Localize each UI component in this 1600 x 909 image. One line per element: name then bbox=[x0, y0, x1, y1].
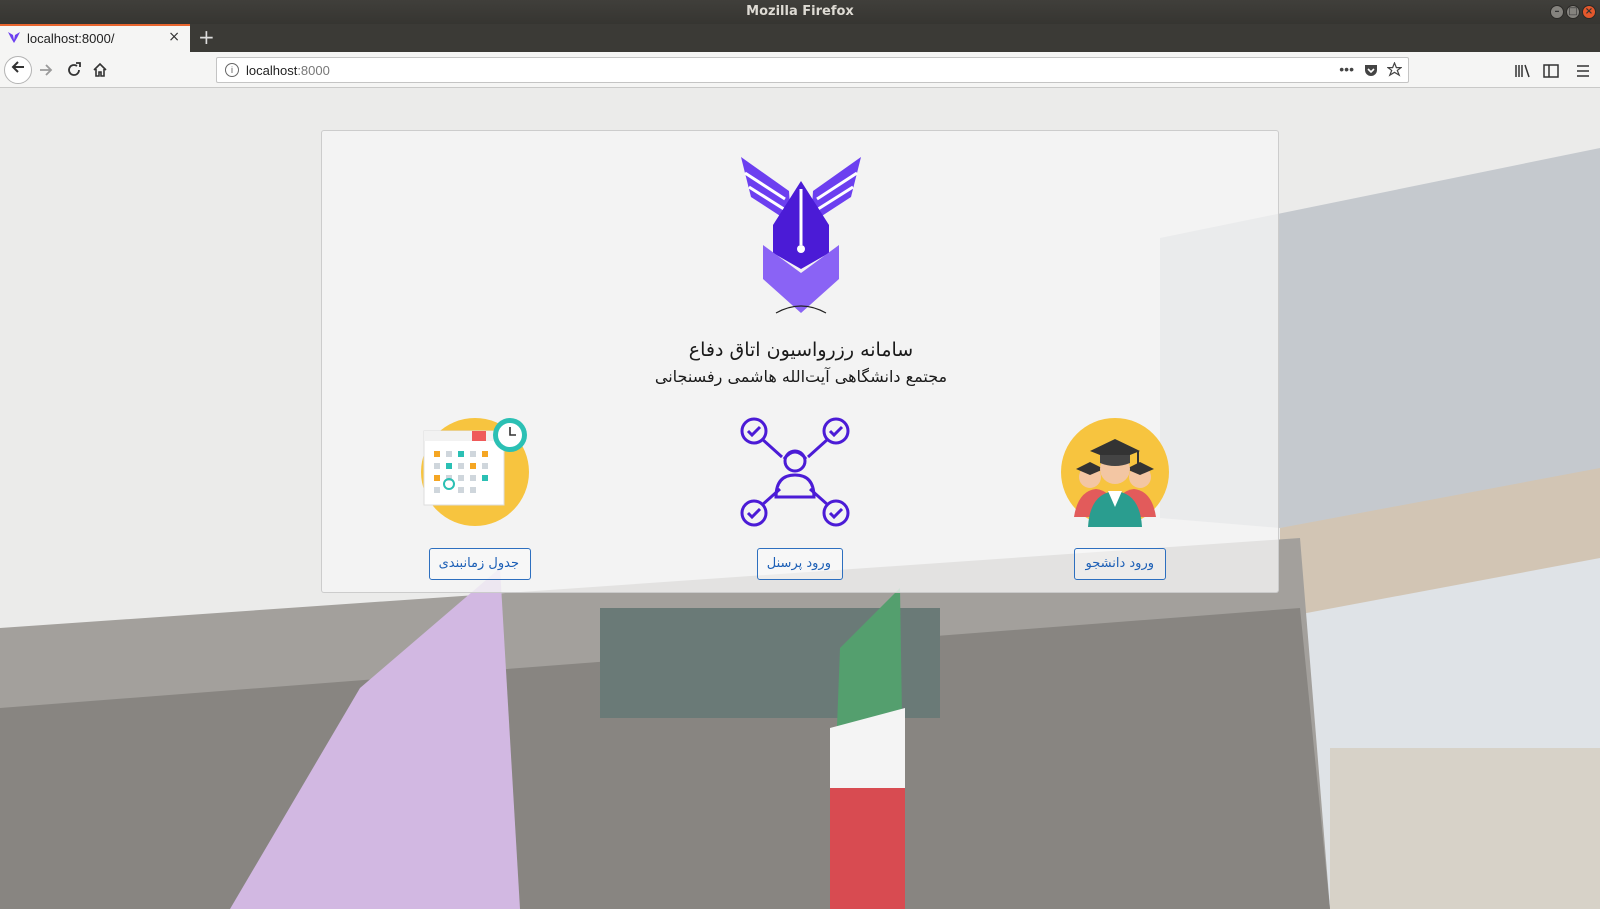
page-title: سامانه رزرواسیون اتاق دفاع bbox=[688, 339, 914, 361]
bookmark-star-icon[interactable] bbox=[1387, 62, 1402, 77]
back-icon[interactable] bbox=[4, 56, 32, 84]
navigation-toolbar: i localhost:8000 ••• bbox=[0, 52, 1600, 88]
personnel-option: ورود پرسنل bbox=[740, 417, 860, 580]
close-window-icon[interactable]: × bbox=[1582, 5, 1596, 19]
tab-close-icon[interactable]: × bbox=[168, 29, 180, 45]
minimize-icon[interactable]: – bbox=[1550, 5, 1564, 19]
page-actions-icon[interactable]: ••• bbox=[1339, 61, 1354, 77]
address-bar[interactable]: i localhost:8000 ••• bbox=[216, 57, 1409, 83]
forward-icon[interactable] bbox=[34, 58, 58, 82]
library-icon[interactable] bbox=[1515, 64, 1531, 78]
student-option: ورود دانشجو bbox=[1060, 417, 1180, 580]
reservation-card: سامانه رزرواسیون اتاق دفاع مجتمع دانشگاه… bbox=[321, 130, 1279, 593]
site-favicon-icon bbox=[8, 32, 20, 43]
personnel-network-icon bbox=[740, 417, 850, 527]
tab-title: localhost:8000/ bbox=[27, 31, 115, 46]
page-viewport: سامانه رزرواسیون اتاق دفاع مجتمع دانشگاه… bbox=[0, 88, 1600, 909]
browser-tab[interactable]: localhost:8000/ × bbox=[0, 24, 190, 52]
reload-icon[interactable] bbox=[62, 58, 86, 82]
site-info-icon[interactable]: i bbox=[225, 63, 239, 77]
window-title: Mozilla Firefox bbox=[746, 4, 854, 19]
pocket-icon[interactable] bbox=[1364, 63, 1378, 77]
graduates-icon bbox=[1061, 418, 1169, 527]
university-logo bbox=[741, 157, 861, 314]
url-text: localhost:8000 bbox=[246, 63, 330, 78]
menu-icon[interactable] bbox=[1576, 64, 1590, 78]
schedule-button[interactable]: جدول زمانبندی bbox=[429, 548, 531, 580]
page-subtitle: مجتمع دانشگاهی آیت‌الله هاشمی رفسنجانی bbox=[654, 367, 948, 386]
student-login-button[interactable]: ورود دانشجو bbox=[1074, 548, 1166, 580]
sidebar-toggle-icon[interactable] bbox=[1543, 64, 1559, 78]
calendar-clock-icon bbox=[421, 418, 529, 526]
personnel-login-button[interactable]: ورود پرسنل bbox=[757, 548, 843, 580]
tab-bar: localhost:8000/ × + bbox=[0, 24, 1600, 52]
home-icon[interactable] bbox=[88, 58, 112, 82]
schedule-option: جدول زمانبندی bbox=[420, 417, 540, 580]
maximize-icon[interactable]: □ bbox=[1566, 5, 1580, 19]
window-titlebar: Mozilla Firefox – □ × bbox=[0, 0, 1600, 24]
new-tab-icon[interactable]: + bbox=[198, 25, 215, 49]
